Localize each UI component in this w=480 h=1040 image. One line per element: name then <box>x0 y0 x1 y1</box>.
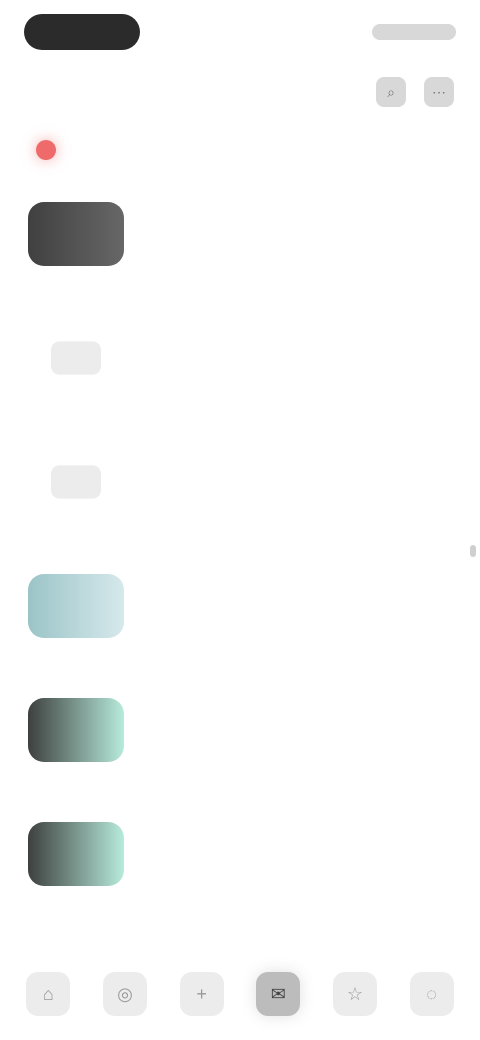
header-actions: ⌕ ⋯ <box>376 77 454 107</box>
thumbnail-shape <box>51 341 101 375</box>
list-item[interactable] <box>0 546 480 670</box>
scroll-indicator <box>470 545 476 557</box>
bottom-navigation: ⌂ ◎ + ✉ ☆ ◌ <box>0 948 480 1040</box>
item-thumbnail <box>28 326 124 390</box>
item-thumbnail <box>28 822 124 886</box>
content-list <box>0 174 480 934</box>
nav-profile[interactable]: ◌ <box>409 972 454 1016</box>
notification-badge <box>36 140 56 160</box>
nav-bookmarks[interactable]: ☆ <box>332 972 377 1016</box>
list-item[interactable] <box>0 174 480 298</box>
list-item[interactable] <box>0 422 480 546</box>
thumbnail-shape <box>28 698 124 762</box>
tab-left <box>22 140 56 160</box>
thumbnail-shape <box>28 822 124 886</box>
list-item[interactable] <box>0 670 480 794</box>
nav-explore[interactable]: ◎ <box>102 972 147 1016</box>
item-thumbnail <box>28 698 124 762</box>
search-icon[interactable]: ⌕ <box>376 77 406 107</box>
item-thumbnail <box>28 574 124 638</box>
thumbnail-shape <box>28 574 124 638</box>
thumbnail-shape <box>28 202 124 266</box>
tab-row <box>0 126 480 174</box>
top-header: ⌕ ⋯ <box>0 64 480 120</box>
thumbnail-shape <box>51 465 101 499</box>
list-item[interactable] <box>0 298 480 422</box>
list-item[interactable] <box>0 794 480 918</box>
more-icon[interactable]: ⋯ <box>424 77 454 107</box>
status-icons <box>372 24 456 40</box>
nav-home[interactable]: ⌂ <box>26 972 71 1016</box>
nav-add[interactable]: + <box>179 972 224 1016</box>
item-thumbnail <box>28 202 124 266</box>
status-bar <box>0 0 480 64</box>
nav-inbox[interactable]: ✉ <box>256 972 301 1016</box>
item-thumbnail <box>28 450 124 514</box>
status-pill <box>24 14 140 50</box>
